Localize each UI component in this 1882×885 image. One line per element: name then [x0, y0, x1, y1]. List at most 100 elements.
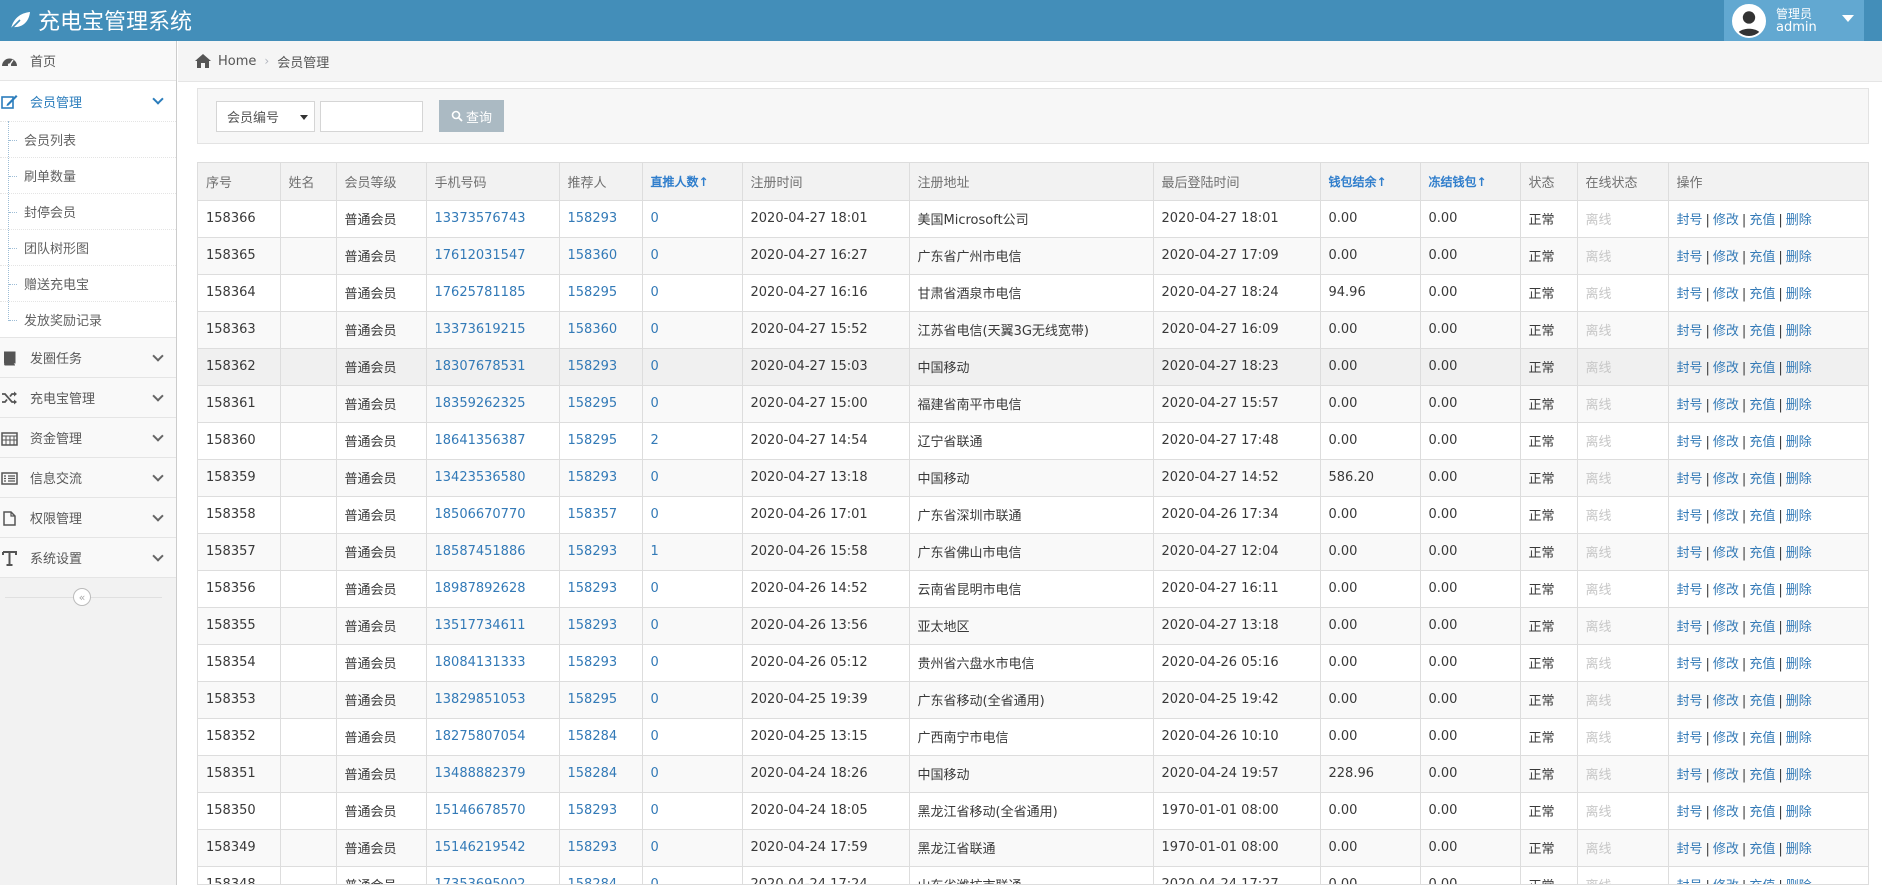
cell-referrer[interactable]: 158293	[559, 607, 643, 645]
edit-link[interactable]: 修改	[1713, 213, 1739, 228]
ban-link[interactable]: 封号	[1677, 694, 1703, 709]
cell-phone[interactable]: 13517734611	[426, 607, 560, 645]
recharge-link[interactable]: 充值	[1749, 731, 1775, 746]
cell-direct-referrals[interactable]: 0	[642, 200, 743, 238]
ban-link[interactable]: 封号	[1677, 250, 1703, 265]
ban-link[interactable]: 封号	[1677, 472, 1703, 487]
cell-direct-referrals[interactable]: 0	[642, 866, 743, 884]
edit-link[interactable]: 修改	[1713, 620, 1739, 635]
edit-link[interactable]: 修改	[1713, 472, 1739, 487]
edit-link[interactable]: 修改	[1713, 398, 1739, 413]
cell-phone[interactable]: 13373576743	[426, 200, 560, 238]
edit-link[interactable]: 修改	[1713, 805, 1739, 820]
recharge-link[interactable]: 充值	[1749, 250, 1775, 265]
cell-direct-referrals[interactable]: 0	[642, 459, 743, 497]
edit-link[interactable]: 修改	[1713, 509, 1739, 524]
cell-phone[interactable]: 13488882379	[426, 755, 560, 793]
cell-referrer[interactable]: 158295	[559, 274, 643, 312]
delete-link[interactable]: 删除	[1786, 731, 1812, 746]
ban-link[interactable]: 封号	[1677, 620, 1703, 635]
delete-link[interactable]: 删除	[1786, 768, 1812, 783]
search-field-select[interactable]: 会员编号	[216, 101, 315, 132]
cell-direct-referrals[interactable]: 0	[642, 570, 743, 608]
edit-link[interactable]: 修改	[1713, 546, 1739, 561]
sidebar-item-members[interactable]: 会员管理	[0, 81, 176, 121]
ban-link[interactable]: 封号	[1677, 842, 1703, 857]
edit-link[interactable]: 修改	[1713, 694, 1739, 709]
sidebar-item-messages[interactable]: 信息交流	[0, 458, 176, 498]
submenu-item-member-list[interactable]: 会员列表	[0, 121, 176, 157]
cell-phone[interactable]: 18641356387	[426, 422, 560, 460]
edit-link[interactable]: 修改	[1713, 768, 1739, 783]
cell-direct-referrals[interactable]: 0	[642, 829, 743, 867]
ban-link[interactable]: 封号	[1677, 324, 1703, 339]
cell-referrer[interactable]: 158293	[559, 459, 643, 497]
ban-link[interactable]: 封号	[1677, 509, 1703, 524]
cell-direct-referrals[interactable]: 0	[642, 385, 743, 423]
cell-referrer[interactable]: 158293	[559, 829, 643, 867]
search-button[interactable]: 查询	[439, 100, 504, 132]
delete-link[interactable]: 删除	[1786, 657, 1812, 672]
sidebar-item-permissions[interactable]: 权限管理	[0, 498, 176, 538]
ban-link[interactable]: 封号	[1677, 657, 1703, 672]
ban-link[interactable]: 封号	[1677, 398, 1703, 413]
delete-link[interactable]: 删除	[1786, 620, 1812, 635]
cell-phone[interactable]: 15146219542	[426, 829, 560, 867]
recharge-link[interactable]: 充值	[1749, 583, 1775, 598]
cell-phone[interactable]: 18275807054	[426, 718, 560, 756]
submenu-item-reward-records[interactable]: 发放奖励记录	[0, 301, 176, 337]
col-header-wallet-balance-sort[interactable]: 钱包结余↑	[1320, 163, 1421, 201]
cell-referrer[interactable]: 158293	[559, 570, 643, 608]
recharge-link[interactable]: 充值	[1749, 657, 1775, 672]
breadcrumb-home-link[interactable]: Home	[218, 54, 256, 69]
cell-referrer[interactable]: 158293	[559, 644, 643, 682]
recharge-link[interactable]: 充值	[1749, 324, 1775, 339]
ban-link[interactable]: 封号	[1677, 768, 1703, 783]
user-menu[interactable]: 管理员 admin	[1724, 0, 1864, 41]
cell-direct-referrals[interactable]: 0	[642, 792, 743, 830]
ban-link[interactable]: 封号	[1677, 583, 1703, 598]
recharge-link[interactable]: 充值	[1749, 620, 1775, 635]
cell-direct-referrals[interactable]: 1	[642, 533, 743, 571]
ban-link[interactable]: 封号	[1677, 731, 1703, 746]
delete-link[interactable]: 删除	[1786, 546, 1812, 561]
cell-phone[interactable]: 13373619215	[426, 311, 560, 349]
sidebar-item-powerbank[interactable]: 充电宝管理	[0, 378, 176, 418]
cell-referrer[interactable]: 158295	[559, 385, 643, 423]
cell-direct-referrals[interactable]: 0	[642, 496, 743, 534]
delete-link[interactable]: 删除	[1786, 509, 1812, 524]
cell-phone[interactable]: 18359262325	[426, 385, 560, 423]
ban-link[interactable]: 封号	[1677, 879, 1703, 884]
recharge-link[interactable]: 充值	[1749, 879, 1775, 884]
submenu-item-team-tree[interactable]: 团队树形图	[0, 229, 176, 265]
recharge-link[interactable]: 充值	[1749, 361, 1775, 376]
delete-link[interactable]: 删除	[1786, 694, 1812, 709]
delete-link[interactable]: 删除	[1786, 398, 1812, 413]
cell-phone[interactable]: 18307678531	[426, 348, 560, 386]
delete-link[interactable]: 删除	[1786, 361, 1812, 376]
col-header-frozen-wallet-sort[interactable]: 冻结钱包↑	[1420, 163, 1521, 201]
cell-direct-referrals[interactable]: 0	[642, 755, 743, 793]
cell-phone[interactable]: 17625781185	[426, 274, 560, 312]
cell-referrer[interactable]: 158284	[559, 755, 643, 793]
recharge-link[interactable]: 充值	[1749, 213, 1775, 228]
cell-direct-referrals[interactable]: 0	[642, 348, 743, 386]
cell-referrer[interactable]: 158360	[559, 311, 643, 349]
cell-referrer[interactable]: 158284	[559, 718, 643, 756]
cell-phone[interactable]: 18587451886	[426, 533, 560, 571]
edit-link[interactable]: 修改	[1713, 361, 1739, 376]
cell-referrer[interactable]: 158284	[559, 866, 643, 884]
recharge-link[interactable]: 充值	[1749, 768, 1775, 783]
cell-direct-referrals[interactable]: 0	[642, 274, 743, 312]
cell-referrer[interactable]: 158293	[559, 200, 643, 238]
cell-phone[interactable]: 17612031547	[426, 237, 560, 275]
cell-phone[interactable]: 18506670770	[426, 496, 560, 534]
edit-link[interactable]: 修改	[1713, 287, 1739, 302]
delete-link[interactable]: 删除	[1786, 805, 1812, 820]
cell-referrer[interactable]: 158293	[559, 348, 643, 386]
recharge-link[interactable]: 充值	[1749, 546, 1775, 561]
cell-direct-referrals[interactable]: 0	[642, 311, 743, 349]
cell-direct-referrals[interactable]: 0	[642, 237, 743, 275]
cell-phone[interactable]: 13829851053	[426, 681, 560, 719]
collapse-sidebar-button[interactable]: «	[73, 588, 91, 606]
